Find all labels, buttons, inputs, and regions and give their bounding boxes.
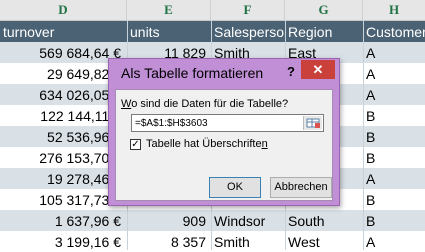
range-prompt-label: Wo sind die Daten für die Tabelle? <box>121 98 288 110</box>
cell-customer[interactable]: B <box>363 147 425 168</box>
collapse-range-button[interactable] <box>303 116 322 130</box>
column-header-e[interactable]: E <box>127 0 211 20</box>
table-row: 3 199,16 € 8 357 Smith West A <box>0 231 425 252</box>
cell-turnover[interactable]: 1 637,96 € <box>0 210 127 231</box>
header-cell-units[interactable]: units <box>127 21 211 42</box>
dialog-titlebar[interactable]: Als Tabelle formatieren ? ✕ <box>109 59 339 89</box>
range-input[interactable] <box>132 115 306 131</box>
column-header-d[interactable]: D <box>0 0 127 20</box>
column-header-bar: D E F G H <box>0 0 425 21</box>
cell-units[interactable]: 909 <box>127 210 211 231</box>
header-cell-region[interactable]: Region <box>285 21 363 42</box>
cell-customer[interactable]: A <box>363 42 425 63</box>
cell-salesperson[interactable]: Windsor <box>211 210 285 231</box>
range-selector-icon <box>306 118 320 128</box>
cell-customer[interactable]: A <box>363 231 425 252</box>
help-button[interactable]: ? <box>286 64 296 80</box>
cell-customer[interactable]: A <box>363 63 425 84</box>
dialog-title: Als Tabelle formatieren <box>121 65 264 81</box>
cell-units[interactable]: 8 357 <box>127 231 211 252</box>
table-header-row: turnover units Salesperson Region Custom… <box>0 21 425 42</box>
range-prompt-accelerator: W <box>121 98 132 110</box>
cell-region[interactable]: West <box>285 231 363 252</box>
range-prompt-text: o sind die Daten für die Tabelle? <box>131 98 289 110</box>
header-cell-salesperson[interactable]: Salesperson <box>211 21 285 42</box>
cell-turnover[interactable]: 3 199,16 € <box>0 231 127 252</box>
cell-region[interactable]: South <box>285 210 363 231</box>
cell-customer[interactable]: A <box>363 168 425 189</box>
has-headers-accelerator: n <box>261 138 268 150</box>
gridline <box>363 20 364 250</box>
cell-customer[interactable]: B <box>363 189 425 210</box>
close-icon: ✕ <box>312 62 324 77</box>
table-row: 1 637,96 € 909 Windsor South B <box>0 210 425 231</box>
column-header-f[interactable]: F <box>211 0 285 20</box>
cancel-button[interactable]: Abbrechen <box>270 177 332 198</box>
header-cell-turnover[interactable]: turnover <box>0 21 127 42</box>
column-header-h[interactable]: H <box>363 0 425 20</box>
dialog-body: Wo sind die Daten für die Tabelle? ✓ Tab… <box>115 89 333 201</box>
close-button[interactable]: ✕ <box>301 60 335 79</box>
format-as-table-dialog: Als Tabelle formatieren ? ✕ Wo sind die … <box>108 58 340 206</box>
cell-salesperson[interactable]: Smith <box>211 231 285 252</box>
cell-customer[interactable]: B <box>363 126 425 147</box>
ok-button[interactable]: OK <box>209 177 261 198</box>
has-headers-label[interactable]: Tabelle hat Überschriften <box>146 138 268 150</box>
cell-customer[interactable]: B <box>363 210 425 231</box>
has-headers-checkbox[interactable]: ✓ <box>130 139 141 150</box>
range-field <box>131 114 324 132</box>
cell-customer[interactable]: A <box>363 84 425 105</box>
column-header-g[interactable]: G <box>285 0 363 20</box>
header-cell-customer[interactable]: Customer <box>363 21 425 42</box>
has-headers-label-text: Tabelle hat Überschrifte <box>146 138 262 150</box>
cell-customer[interactable]: B <box>363 105 425 126</box>
